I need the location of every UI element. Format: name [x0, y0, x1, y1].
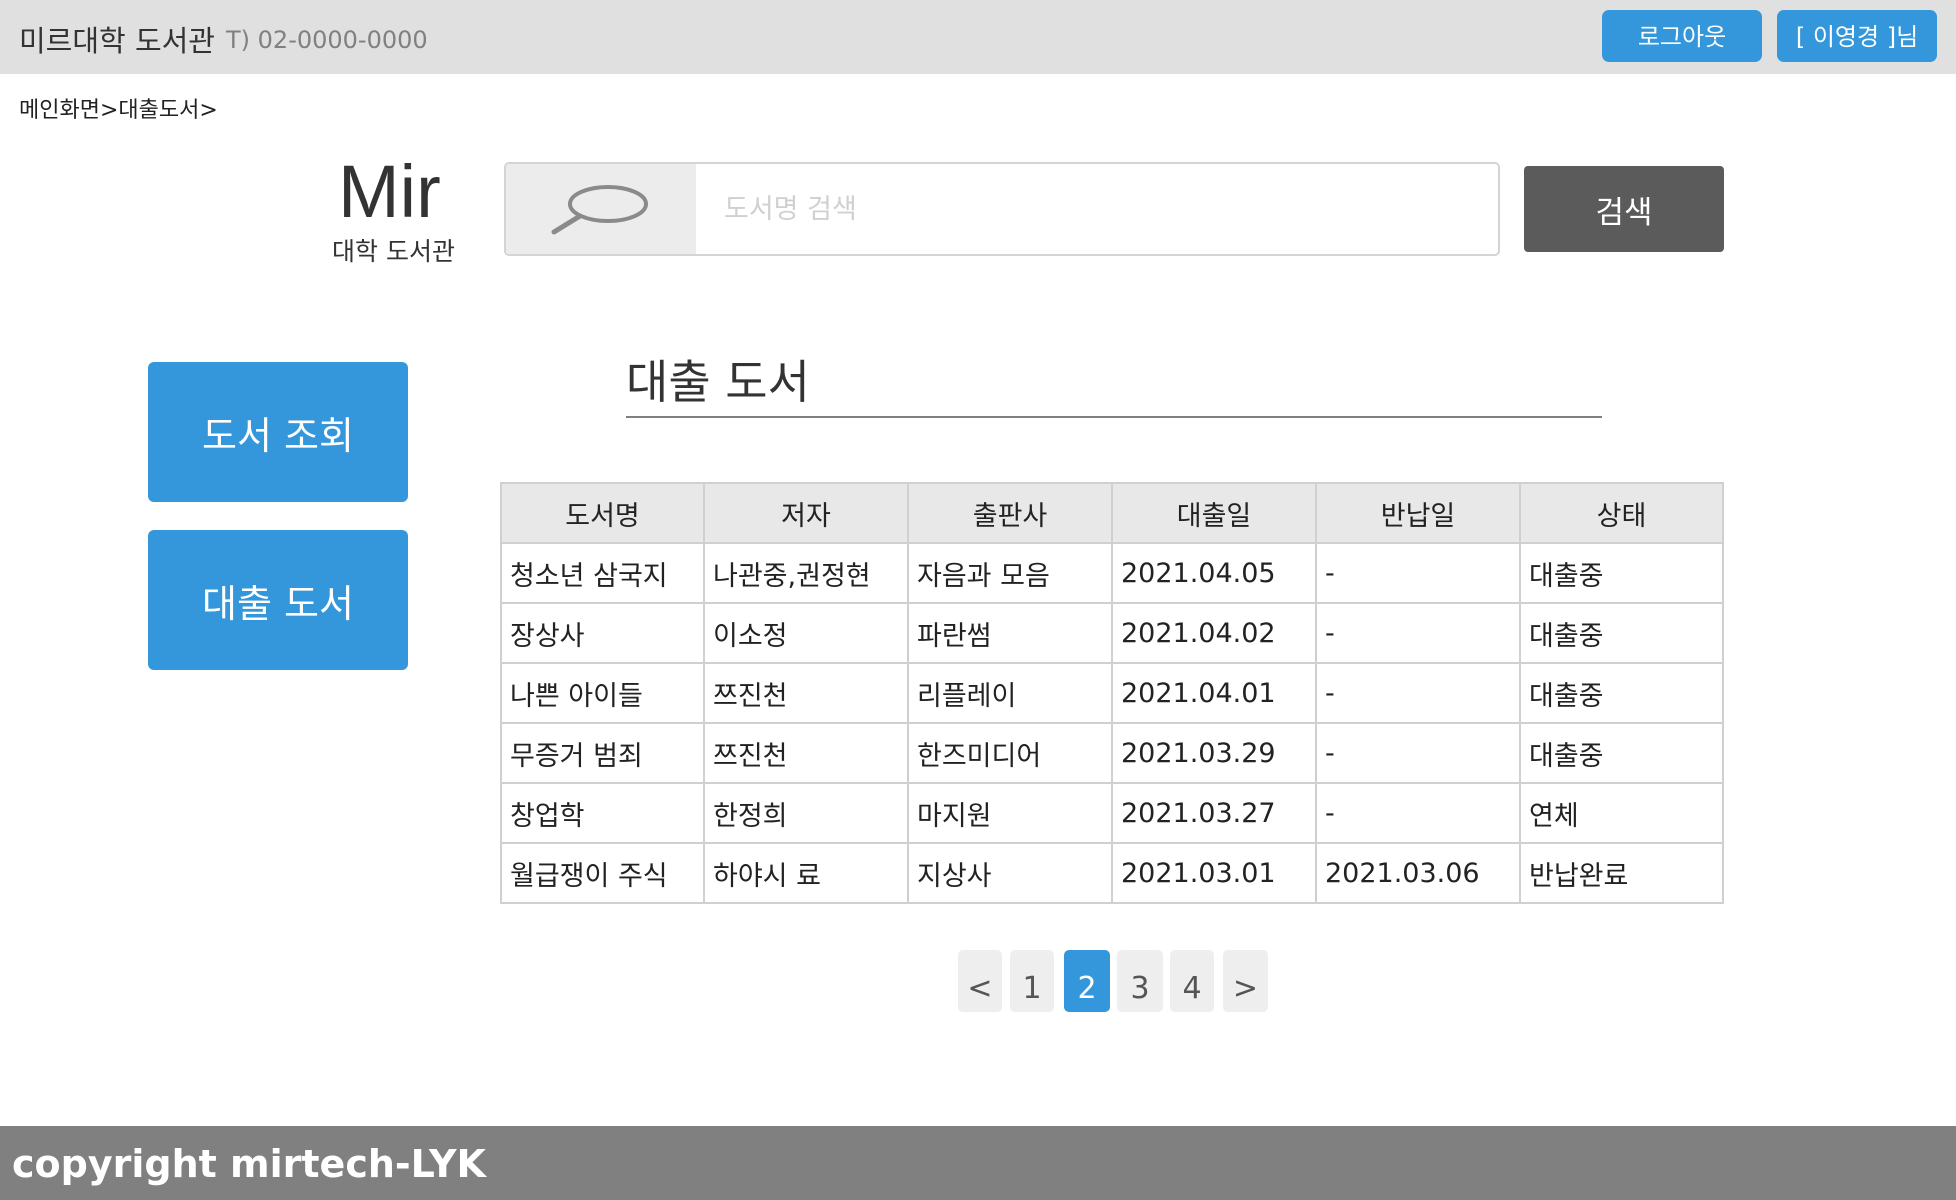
- title-divider: [626, 416, 1602, 418]
- cell-author: 쯔진천: [703, 662, 909, 724]
- logo-subtitle: 대학 도서관: [332, 237, 455, 266]
- table-row: 창업학 한정희 마지원 2021.03.27 - 연체: [500, 782, 1724, 844]
- copyright-text: copyright mirtech-LYK: [12, 1142, 486, 1186]
- side-menu-book-search[interactable]: 도서 조회: [148, 362, 408, 502]
- page-title: 대출 도서: [626, 355, 810, 409]
- logo-title[interactable]: Mir: [338, 152, 441, 232]
- cell-loan-date: 2021.03.27: [1111, 782, 1317, 844]
- breadcrumb: 메인화면>대출도서>: [19, 98, 218, 123]
- cell-status: 연체: [1519, 782, 1724, 844]
- table-row: 월급쟁이 주식 하야시 료 지상사 2021.03.01 2021.03.06 …: [500, 842, 1724, 904]
- footer: copyright mirtech-LYK: [0, 1126, 1956, 1200]
- cell-publisher: 마지원: [907, 782, 1113, 844]
- cell-loan-date: 2021.04.05: [1111, 542, 1317, 604]
- cell-loan-date: 2021.04.02: [1111, 602, 1317, 664]
- pagination-page-2-current[interactable]: 2: [1064, 950, 1110, 1012]
- cell-status: 대출중: [1519, 662, 1724, 724]
- cell-return-date: -: [1315, 662, 1521, 724]
- pagination-page-4[interactable]: 4: [1170, 950, 1214, 1012]
- pagination-prev-button[interactable]: <: [958, 950, 1002, 1012]
- cell-return-date: 2021.03.06: [1315, 842, 1521, 904]
- cell-author: 이소정: [703, 602, 909, 664]
- cell-status: 대출중: [1519, 722, 1724, 784]
- cell-author: 쯔진천: [703, 722, 909, 784]
- loan-table: 도서명 저자 출판사 대출일 반납일 상태 청소년 삼국지 나관중,권정현 자음…: [500, 482, 1724, 904]
- column-header-title: 도서명: [500, 482, 705, 544]
- pagination-page-1[interactable]: 1: [1010, 950, 1054, 1012]
- column-header-publisher: 출판사: [907, 482, 1113, 544]
- pagination-page-3[interactable]: 3: [1117, 950, 1163, 1012]
- side-menu-loaned-books[interactable]: 대출 도서: [148, 530, 408, 670]
- search-bar: [504, 162, 1500, 256]
- column-header-return-date: 반납일: [1315, 482, 1521, 544]
- logout-button[interactable]: 로그아웃: [1602, 10, 1762, 62]
- cell-loan-date: 2021.03.29: [1111, 722, 1317, 784]
- cell-return-date: -: [1315, 542, 1521, 604]
- search-button[interactable]: 검색: [1524, 166, 1724, 252]
- table-row: 청소년 삼국지 나관중,권정현 자음과 모음 2021.04.05 - 대출중: [500, 542, 1724, 604]
- column-header-author: 저자: [703, 482, 909, 544]
- cell-author: 한정희: [703, 782, 909, 844]
- table-row: 무증거 범죄 쯔진천 한즈미디어 2021.03.29 - 대출중: [500, 722, 1724, 784]
- pagination-next-button[interactable]: >: [1223, 950, 1268, 1012]
- column-header-status: 상태: [1519, 482, 1724, 544]
- cell-publisher: 리플레이: [907, 662, 1113, 724]
- cell-return-date: -: [1315, 602, 1521, 664]
- search-icon-area: [506, 164, 696, 254]
- cell-loan-date: 2021.04.01: [1111, 662, 1317, 724]
- cell-status: 반납완료: [1519, 842, 1724, 904]
- table-row: 장상사 이소정 파란썸 2021.04.02 - 대출중: [500, 602, 1724, 664]
- cell-author: 나관중,권정현: [703, 542, 909, 604]
- cell-title: 무증거 범죄: [500, 722, 705, 784]
- cell-publisher: 자음과 모음: [907, 542, 1113, 604]
- table-header-row: 도서명 저자 출판사 대출일 반납일 상태: [500, 482, 1724, 544]
- cell-loan-date: 2021.03.01: [1111, 842, 1317, 904]
- cell-publisher: 한즈미디어: [907, 722, 1113, 784]
- column-header-loan-date: 대출일: [1111, 482, 1317, 544]
- top-bar: 미르대학 도서관 T) 02-0000-0000 로그아웃 [ 이영경 ]님: [0, 0, 1956, 74]
- cell-publisher: 지상사: [907, 842, 1113, 904]
- cell-publisher: 파란썸: [907, 602, 1113, 664]
- table-row: 나쁜 아이들 쯔진천 리플레이 2021.04.01 - 대출중: [500, 662, 1724, 724]
- cell-title: 청소년 삼국지: [500, 542, 705, 604]
- cell-title: 창업학: [500, 782, 705, 844]
- search-input[interactable]: [696, 164, 1498, 254]
- site-phone: T) 02-0000-0000: [226, 26, 428, 54]
- cell-return-date: -: [1315, 782, 1521, 844]
- cell-title: 나쁜 아이들: [500, 662, 705, 724]
- cell-title: 장상사: [500, 602, 705, 664]
- cell-return-date: -: [1315, 722, 1521, 784]
- user-account-button[interactable]: [ 이영경 ]님: [1777, 10, 1937, 62]
- cell-author: 하야시 료: [703, 842, 909, 904]
- cell-title: 월급쟁이 주식: [500, 842, 705, 904]
- cell-status: 대출중: [1519, 602, 1724, 664]
- cell-status: 대출중: [1519, 542, 1724, 604]
- site-name: 미르대학 도서관: [19, 24, 215, 58]
